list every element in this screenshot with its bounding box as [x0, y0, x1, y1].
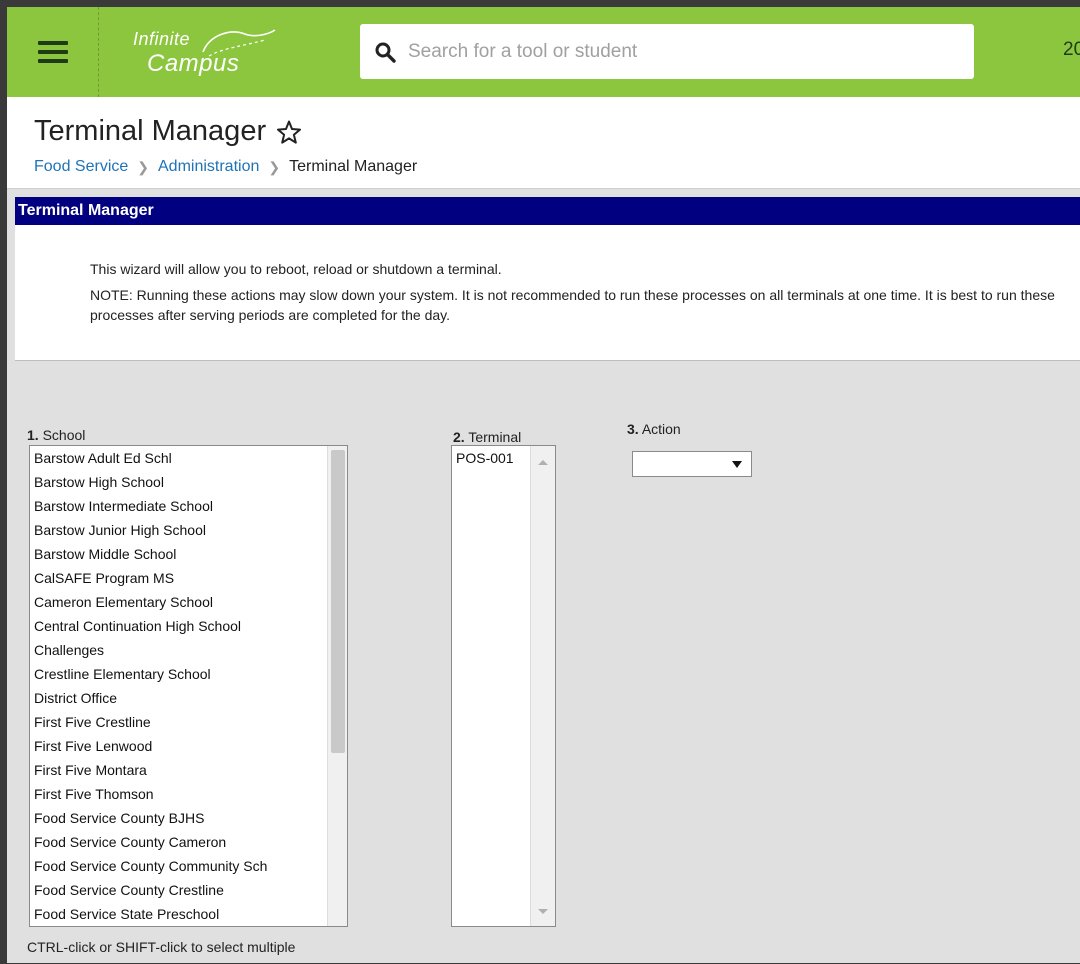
infinite-campus-logo[interactable]: Infinite Campus	[125, 23, 285, 83]
action-step-number: 3.	[627, 421, 639, 437]
school-list: Barstow Adult Ed Schl Barstow High School…	[30, 446, 347, 926]
favorite-star-icon[interactable]	[276, 119, 302, 145]
school-option[interactable]: Barstow Intermediate School	[30, 494, 347, 518]
school-option[interactable]: Food Service County Community Sch	[30, 854, 347, 878]
school-option[interactable]: Crestline Elementary School	[30, 662, 347, 686]
school-option[interactable]: Barstow Junior High School	[30, 518, 347, 542]
action-label-text: Action	[641, 421, 681, 437]
school-option[interactable]: Food Service County BJHS	[30, 806, 347, 830]
app-frame: Infinite Campus 20 Terminal Manager Food…	[0, 0, 1080, 964]
menu-button[interactable]	[7, 7, 99, 97]
school-option[interactable]: First Five Crestline	[30, 710, 347, 734]
school-option[interactable]: Cameron Elementary School	[30, 590, 347, 614]
terminal-label: 2. Terminal	[453, 429, 521, 445]
content-area: Terminal Manager This wizard will allow …	[7, 189, 1080, 963]
scroll-up-arrow-icon[interactable]	[538, 460, 548, 465]
school-option[interactable]: Barstow Adult Ed Schl	[30, 446, 347, 470]
logo-line-1: Infinite	[133, 29, 191, 49]
school-option[interactable]: First Five Montara	[30, 758, 347, 782]
school-scroll-thumb[interactable]	[331, 450, 345, 753]
intro-text: This wizard will allow you to reboot, re…	[90, 261, 502, 277]
breadcrumb: Food Service ❯ Administration ❯ Terminal…	[34, 158, 417, 176]
chevron-right-icon: ❯	[137, 158, 149, 175]
logo-swoosh-icon	[202, 29, 276, 57]
school-option[interactable]: First Five Thomson	[30, 782, 347, 806]
school-listbox[interactable]: Barstow Adult Ed Schl Barstow High School…	[29, 445, 348, 927]
scroll-down-arrow-icon[interactable]	[538, 909, 548, 914]
action-select[interactable]	[632, 451, 752, 477]
hamburger-icon	[37, 41, 68, 63]
school-option[interactable]: CalSAFE Program MS	[30, 566, 347, 590]
school-label-text: School	[42, 427, 86, 443]
school-option[interactable]: Food Service County Cameron	[30, 830, 347, 854]
terminal-scrollbar[interactable]	[530, 446, 555, 926]
breadcrumb-administration[interactable]: Administration	[158, 158, 259, 176]
school-option[interactable]: Food Service County Crestline	[30, 878, 347, 902]
breadcrumb-current: Terminal Manager	[289, 158, 418, 175]
page-header: Terminal Manager Food Service ❯ Administ…	[7, 97, 1080, 189]
terminal-label-text: Terminal	[468, 429, 522, 445]
breadcrumb-food-service[interactable]: Food Service	[34, 158, 128, 176]
terminal-manager-pane: Terminal Manager This wizard will allow …	[15, 197, 1080, 963]
school-option[interactable]: Barstow High School	[30, 470, 347, 494]
action-label: 3. Action	[627, 421, 681, 437]
pane-header: Terminal Manager	[15, 197, 1080, 225]
school-option[interactable]: Barstow Middle School	[30, 542, 347, 566]
terminal-listbox[interactable]: POS-001	[451, 445, 556, 927]
search-icon	[375, 42, 396, 63]
intro-panel: This wizard will allow you to reboot, re…	[15, 225, 1080, 361]
school-label: 1. School	[27, 427, 85, 443]
chevron-right-icon: ❯	[268, 158, 281, 175]
search-input[interactable]	[408, 40, 948, 63]
school-option[interactable]: Challenges	[30, 638, 347, 662]
page-title: Terminal Manager	[34, 115, 267, 147]
school-year-selector[interactable]: 20	[1063, 39, 1080, 61]
school-option[interactable]: District Office	[30, 686, 347, 710]
school-option[interactable]: Food Service State Preschool	[30, 902, 347, 926]
note-text: NOTE: Running these actions may slow dow…	[90, 287, 1055, 323]
search-box[interactable]	[360, 24, 974, 79]
dropdown-arrow-icon	[732, 461, 742, 468]
terminal-step-number: 2.	[453, 429, 465, 445]
multi-select-hint: CTRL-click or SHIFT-click to select mult…	[27, 939, 296, 955]
school-step-number: 1.	[27, 427, 39, 443]
school-option[interactable]: First Five Lenwood	[30, 734, 347, 758]
page-title-row: Terminal Manager	[34, 115, 302, 148]
school-option[interactable]: Central Continuation High School	[30, 614, 347, 638]
top-bar: Infinite Campus 20	[7, 7, 1080, 97]
school-scrollbar[interactable]	[327, 446, 347, 926]
